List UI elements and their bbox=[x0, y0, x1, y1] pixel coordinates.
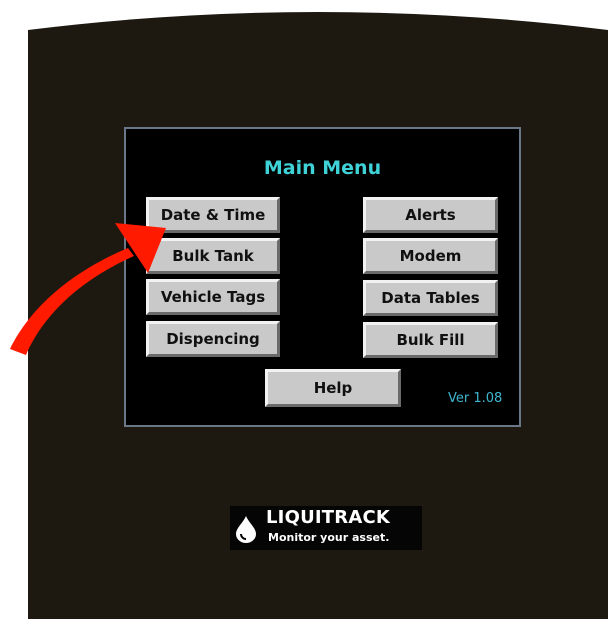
dispencing-button[interactable]: Dispencing bbox=[146, 321, 280, 357]
housing-top-curve bbox=[28, 5, 608, 40]
version-label: Ver 1.08 bbox=[448, 391, 503, 406]
help-button[interactable]: Help bbox=[265, 369, 401, 407]
device-stage: Main Menu Date & Time Bulk Tank Vehicle … bbox=[0, 0, 608, 619]
logo-tagline: Monitor your asset. bbox=[268, 531, 390, 544]
alerts-button[interactable]: Alerts bbox=[363, 197, 498, 233]
data-tables-button[interactable]: Data Tables bbox=[363, 280, 498, 316]
liquitrack-logo: LIQUITRACK Monitor your asset. bbox=[230, 506, 422, 550]
bulk-fill-button[interactable]: Bulk Fill bbox=[363, 322, 498, 358]
menu-title: Main Menu bbox=[263, 157, 382, 179]
main-menu-screen: Main Menu Date & Time Bulk Tank Vehicle … bbox=[124, 127, 521, 427]
logo-name: LIQUITRACK bbox=[266, 507, 391, 528]
modem-button[interactable]: Modem bbox=[363, 238, 498, 274]
vehicle-tags-button[interactable]: Vehicle Tags bbox=[146, 279, 280, 315]
date-time-button[interactable]: Date & Time bbox=[146, 197, 280, 233]
droplet-icon bbox=[236, 516, 256, 543]
bulk-tank-button[interactable]: Bulk Tank bbox=[146, 238, 280, 274]
